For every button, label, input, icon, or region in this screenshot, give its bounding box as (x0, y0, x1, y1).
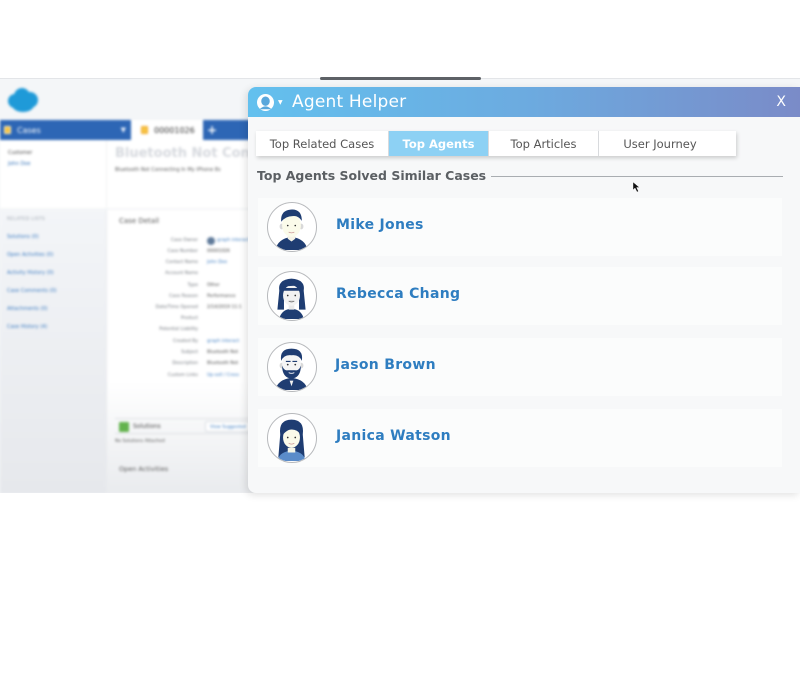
related-list-link[interactable]: Case Comments (0) (7, 288, 57, 294)
agent-helper-tabs: Top Related Cases Top Agents Top Article… (256, 131, 736, 156)
agent-list-item[interactable]: Rebecca Chang (258, 267, 782, 325)
solutions-label: Solutions (133, 423, 161, 430)
agent-helper-title: Agent Helper (292, 92, 407, 112)
field-label: Custom Links (167, 373, 198, 378)
customer-label: Customer (8, 150, 33, 156)
tab-top-related-cases[interactable]: Top Related Cases (256, 131, 389, 156)
field-label: Case Number (167, 249, 198, 254)
field-value: 00001026 (207, 249, 230, 254)
field-label: Product (180, 316, 198, 321)
plus-icon: + (207, 123, 218, 137)
close-button[interactable]: X (776, 94, 786, 110)
field-label: Subject (181, 350, 198, 355)
agent-name[interactable]: Janica Watson (336, 428, 451, 444)
customer-panel: Customer John Doe (0, 140, 106, 208)
solutions-icon (119, 422, 129, 432)
related-list-link[interactable]: Solutions (0) (7, 234, 39, 240)
field-label: Type (187, 283, 198, 288)
related-list-link[interactable]: Activity History (0) (7, 270, 54, 276)
chevron-down-icon[interactable]: ▼ (121, 126, 126, 134)
cases-nav-tab[interactable]: Cases ▼ (0, 120, 131, 140)
field-value[interactable]: graph interact (217, 238, 249, 243)
agent-list-item[interactable]: Janica Watson (258, 409, 782, 467)
agent-list-item[interactable]: Mike Jones (258, 198, 782, 256)
tab-top-articles[interactable]: Top Articles (489, 131, 599, 156)
field-label: Contact Name (165, 260, 198, 265)
section-divider (491, 176, 783, 177)
case-subtitle: Bluetooth Not Connecting In My iPhone 8s (115, 167, 221, 173)
agent-helper-header: ▼ Agent Helper X (248, 87, 800, 117)
salesforce-logo-icon (6, 88, 38, 114)
section-heading: Top Agents Solved Similar Cases (257, 168, 487, 183)
related-list-link[interactable]: Attachments (0) (7, 306, 48, 312)
field-value: Bluetooth Not (207, 361, 239, 366)
field-label: Created By (173, 339, 198, 344)
agent-name[interactable]: Jason Brown (335, 357, 436, 373)
customer-name-link[interactable]: John Doe (8, 161, 30, 167)
related-lists-heading: RELATED LISTS (7, 217, 45, 222)
related-lists-panel: RELATED LISTS Solutions (0) Open Activit… (0, 210, 106, 493)
field-label: Potential Liability (159, 327, 198, 332)
field-value[interactable]: John Doe (207, 260, 227, 265)
chevron-down-icon[interactable]: ▼ (278, 99, 283, 106)
field-label: Description (172, 361, 198, 366)
user-avatar-icon[interactable] (257, 94, 274, 111)
field-label: Case Owner (170, 238, 198, 243)
tab-user-journey[interactable]: User Journey (599, 131, 721, 156)
related-list-link[interactable]: Case History (4) (7, 324, 47, 330)
agent-name[interactable]: Rebecca Chang (336, 286, 460, 302)
field-label: Case Reason (169, 294, 198, 299)
user-icon (207, 237, 215, 245)
bearded-male-agent-avatar-icon (267, 342, 317, 392)
female-agent-avatar-icon (267, 271, 317, 321)
case-header: Bluetooth Not Connecting Bluetooth Not C… (106, 140, 305, 208)
no-solutions-text: No Solutions Attached (115, 439, 165, 444)
agent-helper-panel: ▼ Agent Helper X Top Related Cases Top A… (248, 87, 800, 493)
navigation-tabs: Cases ▼ 00001026 + (0, 120, 260, 140)
window-drag-handle[interactable] (320, 77, 481, 80)
field-label: Date/Time Opened (155, 305, 198, 310)
case-record-icon (141, 126, 148, 134)
field-value: Bluetooth Not (207, 350, 239, 355)
field-value[interactable]: graph interact (207, 339, 239, 344)
agent-name[interactable]: Mike Jones (336, 217, 424, 233)
female-agent-avatar-long-hair-icon (267, 413, 317, 463)
mouse-cursor-icon (632, 181, 641, 193)
field-value: 2/14/2019 11:1 (207, 305, 242, 310)
case-detail-heading: Case Detail (119, 217, 159, 225)
open-activities-heading: Open Activities (119, 465, 169, 473)
related-list-link[interactable]: Open Activities (0) (7, 252, 53, 258)
case-tab-label: 00001026 (154, 125, 195, 135)
agent-list-item[interactable]: Jason Brown (258, 338, 782, 396)
field-value: Other (207, 283, 220, 288)
case-detail-panel: Case Detail Case Owner graph interact Ca… (106, 210, 261, 493)
solutions-section: Solutions View Suggested (115, 418, 261, 434)
field-value: Performance (207, 294, 236, 299)
field-label: Account Name (165, 271, 198, 276)
case-record-tab[interactable]: 00001026 (131, 120, 203, 140)
cases-tab-label: Cases (17, 125, 41, 135)
male-agent-avatar-icon (267, 202, 317, 252)
tab-top-agents[interactable]: Top Agents (389, 131, 489, 156)
view-suggested-button[interactable]: View Suggested (205, 421, 252, 432)
case-object-icon (4, 126, 11, 134)
field-value[interactable]: Up-sell / Cross (207, 373, 239, 378)
